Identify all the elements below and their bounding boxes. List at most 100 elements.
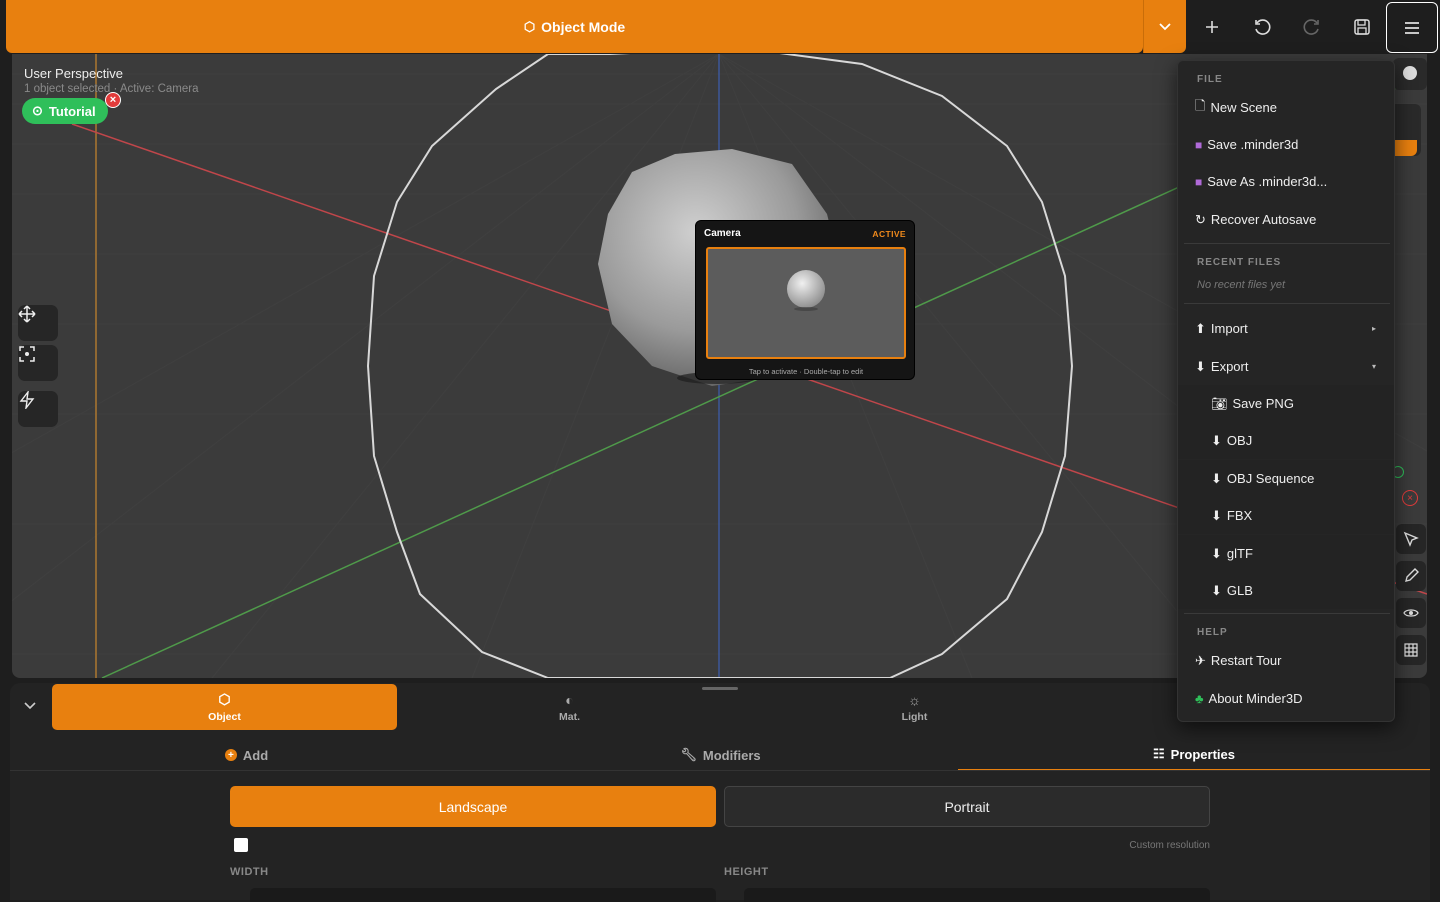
redo-button[interactable] xyxy=(1287,0,1337,53)
cube-icon: ⬡ xyxy=(218,691,231,707)
download-icon: ⬇︎ xyxy=(1211,507,1222,523)
tab-material-label: Mat. xyxy=(559,710,580,723)
grid-icon xyxy=(1404,643,1418,657)
menu-separator xyxy=(1184,243,1390,244)
floppy-icon: ■ xyxy=(1195,137,1203,152)
menu-item-export-obj-sequence[interactable]: ⬇︎ OBJ Sequence xyxy=(1178,460,1394,497)
collapse-panel-button[interactable] xyxy=(24,697,36,713)
camera-active-badge: ACTIVE xyxy=(872,229,906,239)
menu-item-export-obj[interactable]: ⬇︎ OBJ xyxy=(1178,422,1394,459)
tutorial-label: Tutorial xyxy=(48,103,96,119)
map-icon: ✈︎ xyxy=(1195,652,1206,668)
grid-button[interactable] xyxy=(1396,635,1426,665)
subtab-add[interactable]: + Add xyxy=(10,739,483,771)
custom-resolution-label: Custom resolution xyxy=(1129,840,1210,851)
tab-light-label: Light xyxy=(901,710,928,723)
camera-preview-image xyxy=(787,270,825,311)
menu-icon xyxy=(1405,21,1419,34)
mode-selector[interactable]: ⬡ Object Mode xyxy=(6,0,1143,53)
mode-dropdown-button[interactable] xyxy=(1143,0,1186,53)
menu-item-restart-tour[interactable]: ✈︎ Restart Tour xyxy=(1178,642,1394,679)
visibility-button[interactable] xyxy=(1396,598,1426,628)
custom-resolution-checkbox[interactable] xyxy=(234,838,248,852)
menu-separator xyxy=(1184,613,1390,614)
width-label: WIDTH xyxy=(230,866,269,878)
menu-item-export-gltf[interactable]: ⬇︎ glTF xyxy=(1178,535,1394,572)
height-label: HEIGHT xyxy=(724,866,769,878)
tab-material[interactable]: ◐ Mat. xyxy=(397,684,742,730)
landscape-button[interactable]: Landscape xyxy=(230,786,716,827)
menu-item-export[interactable]: ⬇︎ Export ▾ xyxy=(1178,348,1394,385)
add-button[interactable] xyxy=(1187,0,1237,53)
menu-separator xyxy=(1184,303,1390,304)
subtab-properties[interactable]: ☷ Properties xyxy=(958,739,1430,771)
chevron-right-icon: ▸ xyxy=(1371,324,1376,333)
download-icon: ⬇︎ xyxy=(1211,582,1222,598)
camera-card-title: Camera xyxy=(704,228,741,239)
cursor-icon xyxy=(1403,531,1419,547)
subtab-modifiers[interactable]: 🔧︎ Modifiers xyxy=(483,739,958,771)
file-section-header: FILE xyxy=(1197,74,1223,85)
menu-item-export-glb[interactable]: ⬇︎ GLB xyxy=(1178,572,1394,609)
menu-button[interactable] xyxy=(1386,2,1438,53)
menu-item-import[interactable]: ⬆︎ Import ▸ xyxy=(1178,310,1394,347)
menu-item-about[interactable]: ♣︎ About Minder3D xyxy=(1178,680,1394,717)
download-icon: ⬇︎ xyxy=(1211,432,1222,448)
menu-item-save-as[interactable]: ■ Save As .minder3d... xyxy=(1178,163,1394,200)
chevron-down-icon: ▾ xyxy=(1371,362,1376,371)
tab-object-label: Object xyxy=(208,711,241,723)
main-menu: FILE 🗋︎ New Scene ■ Save .minder3d ■ Save A… xyxy=(1177,60,1395,722)
bolt-tool-button[interactable] xyxy=(18,391,58,427)
tutorial-button[interactable]: ⊙ Tutorial xyxy=(22,98,108,124)
menu-item-export-fbx[interactable]: ⬇︎ FBX xyxy=(1178,497,1394,534)
camera-preview-card[interactable]: Camera ACTIVE Tap to activate · Double-t… xyxy=(695,220,915,380)
help-section-header: HELP xyxy=(1197,627,1228,638)
plus-icon xyxy=(1206,20,1218,33)
pencil-icon xyxy=(1405,568,1419,582)
plus-circle-icon: + xyxy=(224,749,237,761)
menu-item-recover-autosave[interactable]: ↻ Recover Autosave xyxy=(1178,201,1394,238)
material-icon: ◐ xyxy=(565,691,574,708)
save-button[interactable] xyxy=(1337,0,1387,53)
recent-files-empty: No recent files yet xyxy=(1197,279,1286,291)
move-icon xyxy=(18,305,36,323)
redo-icon xyxy=(1303,18,1319,35)
download-icon: ⬇︎ xyxy=(1195,358,1206,374)
chevron-down-icon xyxy=(24,702,36,710)
properties-icon: ☷ xyxy=(1153,746,1165,761)
subtab-add-label: Add xyxy=(242,747,269,763)
play-circle-icon: ⊙ xyxy=(32,103,43,118)
toggle-knob xyxy=(1403,66,1417,80)
close-icon[interactable]: × xyxy=(105,92,121,108)
tab-light[interactable]: ☼ Light xyxy=(742,684,1087,730)
menu-item-save-png[interactable]: 📷︎ Save PNG xyxy=(1178,385,1394,422)
download-icon: ⬇︎ xyxy=(1211,545,1222,561)
menu-item-save[interactable]: ■ Save .minder3d xyxy=(1178,126,1394,163)
divider xyxy=(10,770,1430,771)
save-icon xyxy=(1354,18,1370,35)
camera-preview-frame xyxy=(706,247,906,359)
bolt-icon xyxy=(19,391,35,409)
cube-icon: ⬡ xyxy=(523,18,536,34)
side-toggle[interactable] xyxy=(1393,58,1427,90)
file-icon: 🗋︎ xyxy=(1195,97,1206,113)
side-dropdown[interactable] xyxy=(1393,104,1421,156)
move-tool-button[interactable] xyxy=(18,305,58,341)
tab-object[interactable]: ⬡ Object xyxy=(52,684,397,730)
sun-icon: ☼ xyxy=(908,691,921,708)
download-icon: ⬇︎ xyxy=(1211,470,1222,486)
undo-icon xyxy=(1255,18,1271,35)
refresh-icon: ↻ xyxy=(1195,211,1206,227)
chevron-down-icon xyxy=(1159,22,1171,30)
frame-tool-button[interactable] xyxy=(18,345,58,381)
portrait-button[interactable]: Portrait xyxy=(724,786,1210,827)
menu-item-new-scene[interactable]: 🗋︎ New Scene xyxy=(1178,89,1394,126)
cursor-tool-button[interactable] xyxy=(1396,524,1426,554)
undo-button[interactable] xyxy=(1237,0,1287,53)
eye-icon xyxy=(1403,609,1419,617)
mode-label: Object Mode xyxy=(541,18,626,35)
pencil-tool-button[interactable] xyxy=(1396,561,1426,591)
download-icon: ⬆︎ xyxy=(1195,320,1206,336)
subtab-modifiers-label: Modifiers xyxy=(702,747,761,763)
recent-files-header: RECENT FILES xyxy=(1197,257,1282,268)
